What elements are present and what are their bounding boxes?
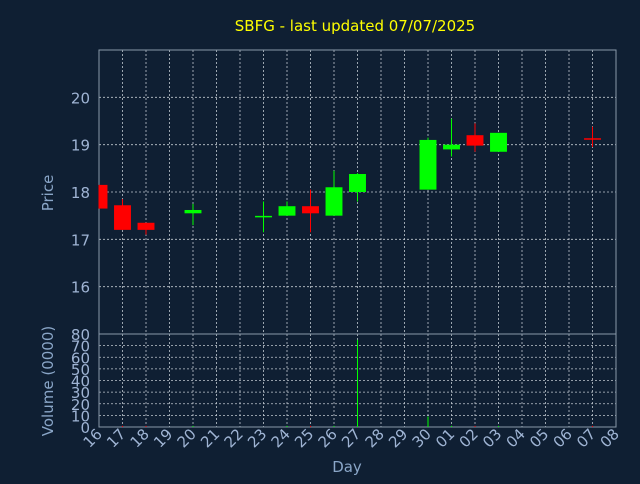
x-tick-label: 19 xyxy=(150,425,176,451)
x-tick-label: 05 xyxy=(526,425,552,451)
candle-body xyxy=(137,222,155,230)
price-axis-ticks: 16 17 18 19 20 xyxy=(71,89,90,296)
candle xyxy=(278,201,296,216)
volume-tick-label: 80 xyxy=(71,326,90,344)
candle xyxy=(137,222,155,235)
x-tick-label: 25 xyxy=(291,425,317,451)
candlestick-chart: SBFG - last updated 07/07/2025 161718192… xyxy=(39,17,623,476)
x-tick-label: 20 xyxy=(174,425,200,451)
x-tick-label: 07 xyxy=(573,425,599,451)
x-tick-label: 29 xyxy=(385,425,411,451)
candle-body xyxy=(302,206,319,214)
candle-body xyxy=(419,139,437,190)
candle-body xyxy=(278,206,296,216)
candle xyxy=(114,199,131,230)
x-tick-label: 04 xyxy=(503,425,529,451)
price-tick-label: 18 xyxy=(71,184,90,202)
candle-body xyxy=(184,209,202,214)
x-tick-label: 30 xyxy=(409,425,435,451)
candle-body xyxy=(466,135,484,146)
candle-body xyxy=(325,187,343,216)
x-tick-label: 24 xyxy=(268,425,294,451)
volume-axis-label: Volume (0000) xyxy=(39,326,57,436)
x-tick-label: 21 xyxy=(197,425,223,451)
candle-body xyxy=(114,205,131,230)
candle xyxy=(184,203,202,226)
candle-body xyxy=(584,138,601,140)
price-tick-label: 19 xyxy=(71,137,90,155)
x-tick-label: 02 xyxy=(456,425,482,451)
candle xyxy=(302,189,319,233)
chart-root: SBFG - last updated 07/07/2025 16 17 18 19 2… xyxy=(0,0,640,480)
price-tick-label: 16 xyxy=(71,279,90,297)
candle xyxy=(349,173,366,202)
x-tick-label: 18 xyxy=(127,425,153,451)
candle xyxy=(584,126,601,148)
x-tick-label: 28 xyxy=(362,425,388,451)
x-tick-label: 08 xyxy=(597,425,623,451)
x-axis-ticks: 1617181920212223242526272829300102030405… xyxy=(80,425,623,451)
x-tick-label: 23 xyxy=(244,425,270,451)
candle xyxy=(98,184,108,209)
candle-body xyxy=(255,215,272,218)
candles xyxy=(98,118,601,235)
price-tick-label: 20 xyxy=(71,89,90,107)
candle-body xyxy=(99,184,108,209)
x-tick-label: 03 xyxy=(479,425,505,451)
price-axis-label: Price xyxy=(39,175,57,212)
candle xyxy=(490,132,507,152)
candle xyxy=(419,137,437,190)
x-tick-label: 26 xyxy=(315,425,341,451)
candle xyxy=(443,118,460,157)
candle-body xyxy=(490,132,507,152)
x-tick-label: 01 xyxy=(432,425,458,451)
candle xyxy=(325,170,343,216)
x-tick-label: 27 xyxy=(338,425,364,451)
candle-body xyxy=(349,174,366,192)
x-tick-label: 17 xyxy=(103,425,129,451)
price-tick-label: 17 xyxy=(71,231,90,249)
x-tick-label: 06 xyxy=(550,425,576,451)
candle xyxy=(466,123,484,152)
candle-body xyxy=(443,144,460,150)
chart-title: SBFG - last updated 07/07/2025 xyxy=(235,17,475,35)
x-tick-label: 22 xyxy=(221,425,247,451)
x-axis-label: Day xyxy=(332,458,362,476)
candle xyxy=(255,201,272,233)
volume-axis-ticks: 01020304050607080 xyxy=(71,326,90,437)
